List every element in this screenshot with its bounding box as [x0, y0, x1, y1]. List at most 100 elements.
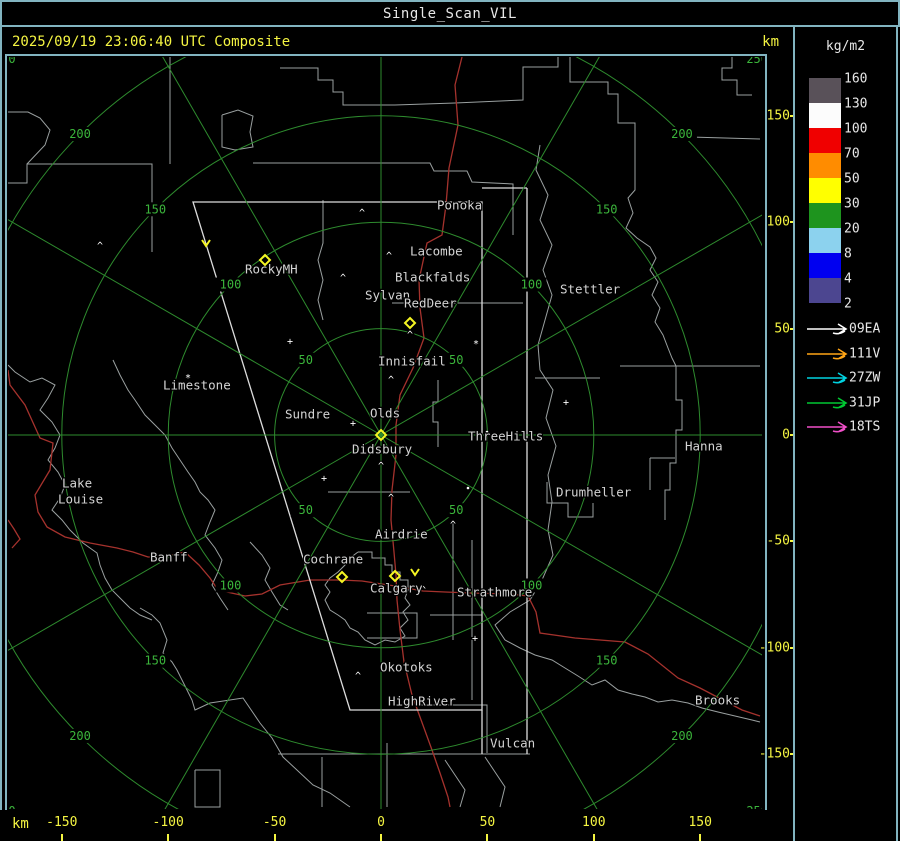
plus-marker-icon: +	[321, 474, 327, 485]
caret-marker-icon: ^	[355, 671, 361, 682]
scale-color-swatch	[809, 203, 841, 228]
city-label-strathmore: Strathmore	[457, 585, 532, 600]
caret-marker-icon: ^	[97, 241, 103, 252]
scale-value-label: 130	[844, 96, 868, 112]
right-axis-tick-label: -100	[758, 640, 790, 656]
caret-marker-icon: ^	[378, 461, 384, 472]
city-label-stettler: Stettler	[560, 282, 621, 297]
city-label-highriver: HighRiver	[388, 694, 456, 709]
window-left-border	[0, 27, 2, 841]
range-ring-label: 150	[144, 202, 166, 216]
plus-marker-icon: +	[563, 398, 569, 409]
range-ring-label: 50	[299, 353, 313, 367]
city-label-ponoka: Ponoka	[437, 198, 482, 213]
scale-value-label: 70	[844, 146, 860, 162]
county-boundary	[280, 57, 559, 106]
county-boundary	[317, 200, 324, 321]
caret-marker-icon: ^	[388, 375, 394, 386]
page-title: Single_Scan_VIL	[383, 5, 517, 22]
site-arrow-icon	[807, 421, 848, 433]
plus-marker-icon: +	[287, 337, 293, 348]
bottom-axis-unit-label: km	[12, 816, 29, 832]
city-label-hanna: Hanna	[685, 439, 723, 454]
site-arrow-icon	[807, 372, 848, 384]
city-label-threehills: ThreeHills	[468, 429, 543, 444]
radial-line	[162, 57, 382, 436]
scale-color-swatch	[809, 278, 841, 303]
city-label-calgary: Calgary	[370, 581, 423, 596]
radial-line	[380, 434, 762, 656]
city-label-lacombe: Lacombe	[410, 244, 463, 259]
bottom-axis-tick	[380, 834, 382, 841]
scale-value-label: 160	[844, 71, 868, 87]
bottom-axis-tick-label: 150	[688, 815, 712, 830]
bottom-axis-tick-label: 0	[377, 815, 385, 830]
radar-site-diamond-icon	[403, 316, 417, 330]
city-label-brooks: Brooks	[695, 693, 740, 708]
bottom-axis-tick-label: 100	[582, 815, 606, 830]
radar-viewer-window: { "title": "Single_Scan_VIL", "header": …	[0, 0, 900, 841]
caret-marker-icon: ^	[388, 493, 394, 504]
right-axis-tick-label: 150	[766, 108, 790, 124]
site-arrow-icon	[807, 396, 848, 409]
scale-color-swatch	[809, 178, 841, 203]
range-ring-label: 200	[69, 729, 91, 743]
range-ring-label: 200	[671, 729, 693, 743]
range-ring-label: 150	[596, 202, 618, 216]
right-axis: 150 100 50 0 -50 -100 -150	[759, 56, 798, 808]
site-arrow-icon	[807, 323, 848, 335]
dot-marker-icon	[466, 486, 470, 490]
city-label-louise: Louise	[58, 492, 103, 507]
scale-value-label: 30	[844, 196, 860, 212]
city-label-reddeer: RedDeer	[404, 296, 457, 311]
bottom-axis-tick	[60, 834, 63, 841]
bottom-axis-tick	[486, 834, 489, 841]
city-label-airdrie: Airdrie	[375, 527, 428, 542]
right-axis-tick-label: 50	[774, 321, 790, 337]
bottom-axis-tick	[592, 834, 595, 841]
range-ring-label: 250	[746, 804, 762, 809]
range-ring-label: 50	[449, 503, 463, 517]
status-bar: 2025/09/19 23:06:40 UTC Composite km	[0, 27, 793, 56]
county-boundary	[139, 607, 351, 808]
county-boundary	[367, 612, 418, 639]
range-ring-label: 250	[8, 804, 16, 809]
bottom-axis-tick-label: -100	[152, 815, 184, 830]
plus-marker-icon: +	[350, 419, 356, 430]
city-label-drumheller: Drumheller	[556, 485, 632, 500]
bottom-axis: km -150 -100 -50 0 50 100 150	[0, 810, 793, 841]
city-label-innisfail: Innisfail	[378, 354, 446, 369]
site-id-label: 31JP	[849, 395, 881, 410]
site-id-label: 27ZW	[849, 370, 881, 386]
plus-marker-icon: +	[472, 634, 478, 645]
radar-map-frame: 50 50 50 50 100 100 100 100 150 150 150 150 200 200 20…	[5, 54, 767, 814]
county-boundary	[8, 163, 153, 252]
right-axis-tick-label: -150	[758, 746, 790, 762]
county-boundary	[484, 756, 506, 808]
scale-color-swatch	[809, 128, 841, 153]
range-ring-label: 250	[8, 57, 16, 66]
city-label-sundre: Sundre	[285, 407, 330, 422]
scale-value-label: 2	[844, 296, 852, 312]
legend-unit-label: kg/m2	[825, 39, 866, 54]
caret-marker-icon: ^	[450, 520, 456, 531]
caret-marker-icon: ^	[340, 273, 346, 284]
city-label-rockymh: RockyMH	[245, 262, 298, 277]
range-ring-label: 50	[299, 503, 313, 517]
caret-marker-icon: ^	[407, 330, 413, 341]
scan-timestamp: 2025/09/19 23:06:40 UTC Composite	[12, 33, 291, 50]
bottom-axis-tick-label: -150	[46, 815, 78, 830]
bottom-axis-tick	[167, 834, 170, 841]
vee-marker-icon	[410, 568, 420, 577]
caret-marker-icon: ^	[359, 208, 365, 219]
range-ring-label: 200	[69, 127, 91, 141]
bottom-axis-tick-label: -50	[262, 815, 287, 830]
bottom-axis-tick	[699, 834, 702, 841]
right-axis-tick-label: -50	[766, 533, 790, 549]
range-ring-label: 150	[144, 654, 166, 668]
city-label-olds: Olds	[370, 406, 400, 421]
county-boundary	[194, 769, 221, 808]
city-label-limestone: Limestone	[163, 378, 231, 393]
site-id-label: 09EA	[849, 321, 881, 337]
right-axis-tick-label: 100	[766, 214, 790, 230]
